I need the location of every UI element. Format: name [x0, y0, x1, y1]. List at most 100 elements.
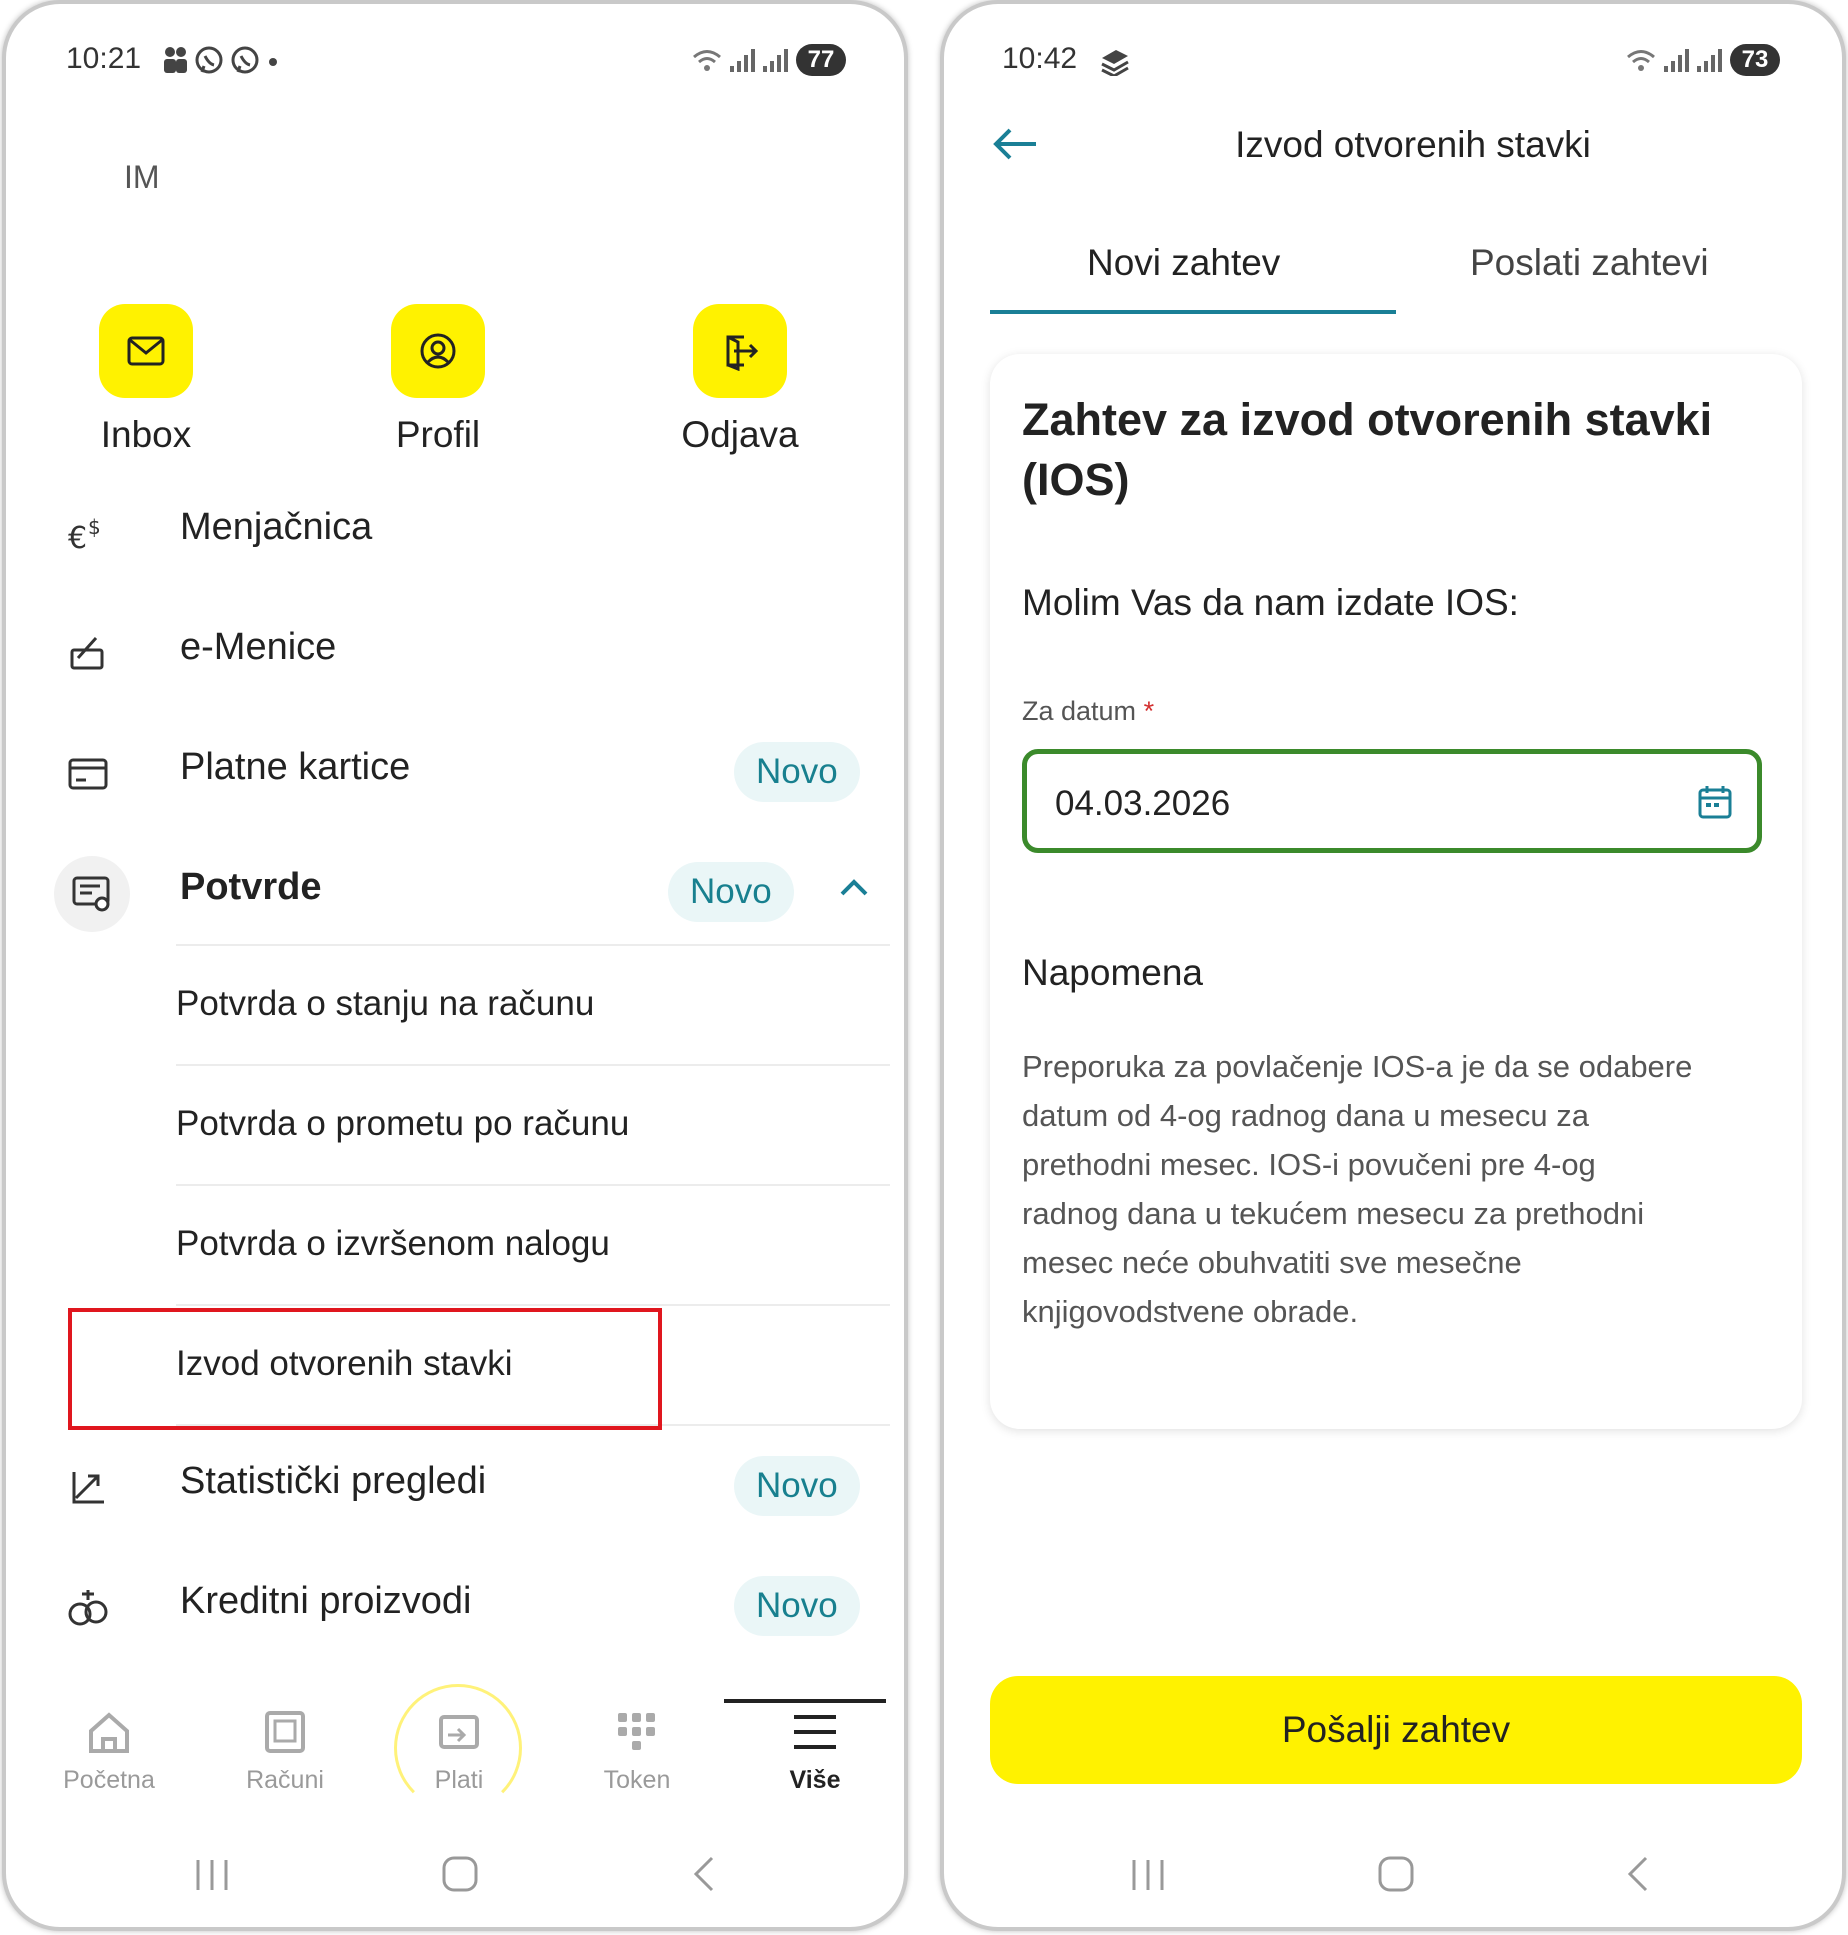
nav-label: Računi: [246, 1766, 324, 1794]
required-mark: *: [1143, 696, 1155, 726]
page-title: Izvod otvorenih stavki: [1235, 124, 1591, 165]
calendar-icon[interactable]: [1697, 784, 1733, 820]
menu-icon: [794, 1715, 836, 1749]
chevron-up-icon[interactable]: [838, 876, 870, 900]
svg-text:€: €: [68, 521, 87, 556]
home-button-icon[interactable]: [1376, 1854, 1416, 1894]
menu-label: e-Menice: [180, 626, 337, 668]
submenu-item-potvrda-stanje[interactable]: Potvrda o stanju na računu: [176, 946, 890, 1066]
date-label-text: Za datum: [1022, 696, 1137, 726]
more-notifications-dot-icon: [269, 58, 277, 66]
signal-icon: [1697, 48, 1722, 72]
nav-vise[interactable]: Više: [740, 1709, 890, 1795]
request-card: Zahtev za izvod otvorenih stavki (IOS) M…: [990, 354, 1802, 1429]
nav-racuni[interactable]: Računi: [210, 1709, 360, 1795]
nav-token[interactable]: Token: [562, 1709, 712, 1795]
submenu-label: Potvrda o izvršenom nalogu: [176, 1224, 610, 1263]
chart-trend-icon: [72, 1472, 104, 1504]
send-request-button[interactable]: Pošalji zahtev: [990, 1676, 1802, 1784]
menu-item-menjacnica[interactable]: € $ Menjačnica: [6, 482, 904, 582]
date-value: 04.03.2026: [1055, 784, 1231, 823]
recent-apps-icon[interactable]: [192, 1854, 232, 1894]
status-time: 10:21: [66, 42, 142, 75]
menu-label: Kreditni proizvodi: [180, 1580, 472, 1622]
token-icon: [618, 1713, 655, 1750]
inbox-button[interactable]: Inbox: [56, 304, 236, 456]
submenu-item-potvrda-nalog[interactable]: Potvrda o izvršenom nalogu: [176, 1186, 890, 1306]
menu-item-platne-kartice[interactable]: Platne kartice Novo: [6, 722, 904, 822]
menu-label: Statistički pregledi: [180, 1460, 487, 1502]
new-badge: Novo: [734, 742, 860, 802]
nav-label: Početna: [63, 1766, 155, 1794]
status-indicators: 73: [1626, 44, 1780, 76]
tab-novi-zahtev[interactable]: Novi zahtev: [1087, 242, 1280, 284]
note-line: prethodni mesec. IOS-i povučeni pre 4-og: [1022, 1147, 1596, 1182]
profile-button[interactable]: Profil: [348, 304, 528, 456]
status-time: 10:42: [1002, 42, 1078, 75]
new-badge: Novo: [734, 1576, 860, 1636]
svg-text:$: $: [88, 515, 101, 539]
nav-plati[interactable]: Plati: [384, 1709, 534, 1795]
card-subheading: Molim Vas da nam izdate IOS:: [1022, 582, 1519, 623]
home-button-icon[interactable]: [440, 1854, 480, 1894]
new-badge: Novo: [734, 1456, 860, 1516]
card-heading: Zahtev za izvod otvorenih stavki (IOS): [1022, 390, 1712, 510]
card-icon: [68, 758, 108, 790]
logout-icon: [726, 335, 759, 371]
back-button-icon[interactable]: [686, 1854, 726, 1894]
menu-item-statisticki-pregledi[interactable]: Statistički pregledi Novo: [6, 1436, 904, 1536]
promissory-note-icon: [70, 636, 104, 670]
card-heading-line: (IOS): [1022, 454, 1130, 505]
menu-item-kreditni-proizvodi[interactable]: Kreditni proizvodi Novo: [6, 1556, 904, 1656]
pay-icon: [439, 1715, 479, 1749]
signal-icon: [763, 48, 788, 72]
inbox-label: Inbox: [100, 414, 192, 455]
note-text: Preporuka za povlačenje IOS-a je da se o…: [1022, 1042, 1782, 1336]
note-line: knjigovodstvene obrade.: [1022, 1294, 1359, 1329]
submenu-item-potvrda-promet[interactable]: Potvrda o prometu po računu: [176, 1066, 890, 1186]
nav-label: Token: [603, 1766, 671, 1794]
battery-indicator: 77: [796, 44, 846, 76]
nav-label: Više: [789, 1766, 841, 1794]
viber-icon: [195, 46, 223, 74]
submenu-label: Potvrda o stanju na računu: [176, 984, 595, 1023]
tab-poslati-zahtevi[interactable]: Poslati zahtevi: [1470, 242, 1709, 284]
nav-label: Plati: [434, 1766, 484, 1794]
nav-pocetna[interactable]: Početna: [34, 1709, 184, 1795]
menu-label: Platne kartice: [180, 746, 411, 788]
signal-icon: [1664, 48, 1689, 72]
wifi-icon: [693, 50, 721, 71]
date-label: Za datum *: [1022, 696, 1154, 727]
note-line: datum od 4-og radnog dana u mesecu za: [1022, 1098, 1589, 1133]
active-tab-indicator: [724, 1699, 886, 1703]
menu-item-potvrde[interactable]: Potvrde Novo: [6, 842, 904, 942]
notification-icons: [162, 46, 280, 76]
profile-icon: [420, 333, 456, 369]
certificate-icon: [72, 876, 110, 912]
date-field[interactable]: 04.03.2026: [1022, 749, 1762, 853]
card-heading-line: Zahtev za izvod otvorenih stavki: [1022, 394, 1713, 445]
menu-label: Potvrde: [180, 866, 322, 908]
recent-apps-icon[interactable]: [1128, 1854, 1168, 1894]
profile-label: Profil: [395, 414, 481, 455]
status-indicators: 77: [692, 44, 846, 76]
logout-label: Odjava: [681, 414, 799, 455]
accounts-icon: [265, 1711, 305, 1753]
note-title: Napomena: [1022, 952, 1204, 993]
wifi-icon: [1627, 50, 1655, 71]
mail-icon: [127, 336, 165, 366]
phone-screen-ios-request: 10:42 73 Izvod otvorenih stavki Novi zah…: [940, 0, 1846, 1931]
back-button-icon[interactable]: [1620, 1854, 1660, 1894]
currency-exchange-icon: € $: [68, 515, 101, 556]
note-line: mesec neće obuhvatiti sve mesečne: [1022, 1245, 1522, 1280]
logout-button[interactable]: Odjava: [650, 304, 830, 456]
signal-icon: [730, 48, 755, 72]
submenu-label: Potvrda o prometu po računu: [176, 1104, 630, 1143]
money-bag-icon: [68, 1590, 108, 1626]
menu-item-emenice[interactable]: e-Menice: [6, 602, 904, 702]
new-badge: Novo: [668, 862, 794, 922]
user-initials: IM: [124, 159, 160, 195]
phone-screen-menu: 10:21 77 IM Inbox Profil Odjava € $ Menja…: [2, 0, 908, 1931]
battery-indicator: 73: [1730, 44, 1780, 76]
highlight-box: [68, 1308, 662, 1430]
